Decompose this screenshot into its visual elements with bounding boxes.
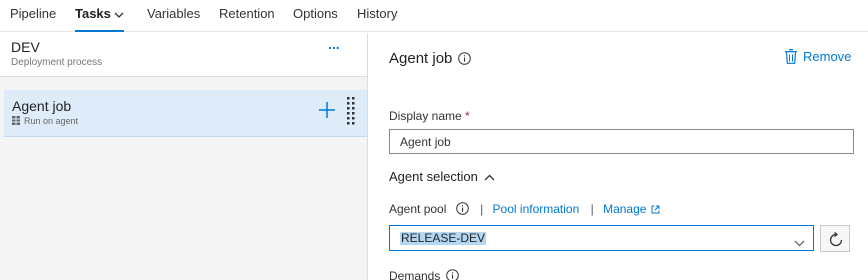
separator: | <box>590 202 594 216</box>
more-options-button[interactable]: ... <box>328 37 346 53</box>
panel-title: Agent job <box>389 50 472 69</box>
add-task-button[interactable] <box>318 101 336 119</box>
tab-label: Tasks <box>75 6 111 21</box>
agent-pool-row: Agent pool | Pool information | Manage <box>389 202 660 218</box>
agent-selection-header[interactable]: Agent selection <box>389 169 495 184</box>
job-subtitle: Run on agent <box>12 116 78 127</box>
process-panel: DEV Deployment process ... Agent job Run… <box>0 33 368 280</box>
info-icon[interactable] <box>446 269 460 280</box>
agent-pool-label: Agent pool <box>389 202 447 216</box>
manage-link-text: Manage <box>603 202 647 216</box>
tab-retention[interactable]: Retention <box>219 7 275 31</box>
tab-label: Variables <box>147 6 201 21</box>
tab-label: Retention <box>219 6 275 21</box>
refresh-icon <box>829 232 843 247</box>
agent-pool-select[interactable]: RELEASE-DEV <box>389 225 814 251</box>
external-link-icon <box>651 203 660 217</box>
required-mark: * <box>465 109 470 123</box>
tab-tasks[interactable]: Tasks <box>75 6 124 32</box>
job-subtitle-text: Run on agent <box>24 116 79 126</box>
pool-information-link[interactable]: Pool information <box>493 202 580 216</box>
tab-label: Pipeline <box>10 6 57 21</box>
display-name-input[interactable] <box>389 129 854 154</box>
active-tab-underline <box>75 30 124 32</box>
display-name-label: Display name * <box>389 109 470 123</box>
trash-icon <box>785 49 797 67</box>
demands-label-text: Demands <box>389 269 441 280</box>
job-title: Agent job <box>12 98 72 114</box>
info-icon[interactable] <box>458 52 472 69</box>
info-icon[interactable] <box>455 202 469 218</box>
remove-button[interactable]: Remove <box>785 49 851 69</box>
tab-variables[interactable]: Variables <box>147 7 200 31</box>
tab-label: Options <box>293 6 338 21</box>
remove-label: Remove <box>803 49 852 64</box>
chevron-down-icon <box>794 235 805 250</box>
tab-label: History <box>357 6 398 21</box>
demands-label: Demands <box>389 269 460 280</box>
stage-subtitle: Deployment process <box>11 57 103 68</box>
tab-pipeline[interactable]: Pipeline <box>10 7 56 31</box>
display-name-label-text: Display name <box>389 109 462 123</box>
refresh-button[interactable] <box>820 225 850 252</box>
panel-title-text: Agent job <box>389 50 453 67</box>
chevron-down-icon <box>114 8 124 22</box>
agent-job-row[interactable]: Agent job Run on agent <box>4 90 367 137</box>
agent-pool-selected-value: RELEASE-DEV <box>400 231 487 245</box>
plus-icon <box>319 102 335 118</box>
drag-handle-icon[interactable] <box>347 97 355 125</box>
separator: | <box>480 202 484 216</box>
agent-selection-label: Agent selection <box>389 169 478 184</box>
stage-title: DEV <box>11 39 40 55</box>
chevron-up-icon <box>484 169 495 184</box>
job-details-panel: Agent job Remove Display name * Agent se… <box>369 33 868 280</box>
tab-options[interactable]: Options <box>293 7 338 31</box>
tab-bar: Pipeline Tasks Variables Retention Optio… <box>0 0 868 32</box>
manage-link[interactable]: Manage <box>603 202 660 216</box>
stage-header[interactable]: DEV Deployment process ... <box>0 33 367 77</box>
server-icon <box>12 116 20 127</box>
tab-history[interactable]: History <box>357 7 397 31</box>
